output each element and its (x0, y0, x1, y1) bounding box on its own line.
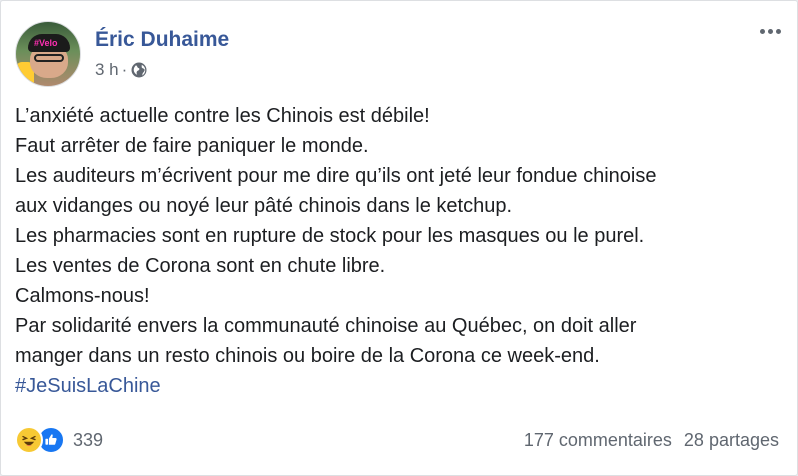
post-meta: 3 h · (95, 60, 229, 80)
post-header: #Velo Éric Duhaime 3 h · (15, 21, 229, 87)
globe-icon[interactable] (131, 62, 147, 78)
post-text-line: Faut arrêter de faire paniquer le monde. (15, 135, 369, 157)
avatar[interactable]: #Velo (15, 21, 81, 87)
avatar-cap-text: #Velo (34, 38, 58, 48)
hashtag-link[interactable]: #JeSuisLaChine (15, 371, 785, 401)
author-name[interactable]: Éric Duhaime (95, 28, 229, 52)
shares-count-link[interactable]: 28 partages (684, 430, 779, 451)
post-text-line: L’anxiété actuelle contre les Chinois es… (15, 105, 430, 127)
post-footer: 339 177 commentaires 28 partages (15, 425, 779, 455)
post-body: L’anxiété actuelle contre les Chinois es… (15, 101, 785, 401)
comments-count-link[interactable]: 177 commentaires (524, 430, 672, 451)
reaction-count: 339 (73, 429, 104, 450)
post-text-line: Les auditeurs m’écrivent pour me dire qu… (15, 165, 657, 187)
haha-reaction-icon (15, 426, 43, 454)
post-time[interactable]: 3 h (95, 60, 119, 80)
post-text-line: Calmons-nous! (15, 285, 150, 307)
separator-dot: · (121, 60, 128, 79)
post-text-line: manger dans un resto chinois ou boire de… (15, 345, 600, 367)
post-text-line: aux vidanges ou noyé leur pâté chinois d… (15, 195, 513, 217)
post-text-line: Par solidarité envers la communauté chin… (15, 315, 637, 337)
reactions-summary[interactable]: 339 (15, 426, 103, 454)
more-options-icon[interactable] (758, 23, 783, 40)
post-stats: 177 commentaires 28 partages (524, 430, 779, 451)
post-text-line: Les pharmacies sont en rupture de stock … (15, 225, 645, 247)
post-card: #Velo Éric Duhaime 3 h · L’anxiété actue… (0, 0, 798, 476)
author-meta: Éric Duhaime 3 h · (95, 28, 229, 80)
post-text-line: Les ventes de Corona sont en chute libre… (15, 255, 386, 277)
